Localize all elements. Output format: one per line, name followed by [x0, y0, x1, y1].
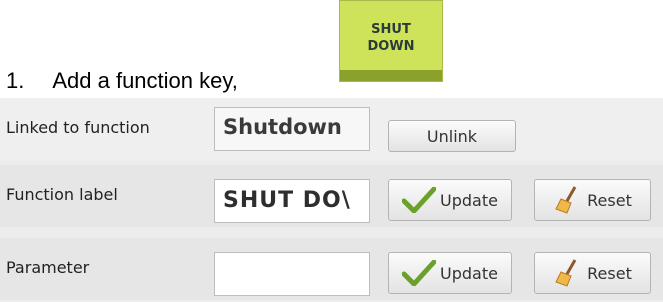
step-text: Add a function key,	[52, 68, 238, 93]
shutdown-function-key[interactable]: SHUT DOWN	[339, 0, 443, 82]
broom-icon	[555, 186, 577, 214]
parameter-input[interactable]	[214, 252, 370, 296]
linked-function-label: Linked to function	[6, 118, 150, 137]
instruction-step: 1. Add a function key,	[6, 68, 238, 94]
update-label-button[interactable]: Update	[388, 179, 512, 221]
parameter-label: Parameter	[6, 258, 90, 277]
function-label-input[interactable]: SHUT DO\	[214, 179, 370, 223]
function-label-row: Function label SHUT DO\ Update Reset	[0, 165, 663, 227]
parameter-row: Parameter Update Reset	[0, 238, 663, 300]
check-icon	[402, 187, 437, 213]
reset-parameter-text: Reset	[587, 263, 632, 283]
function-label-label: Function label	[6, 185, 118, 204]
unlink-button[interactable]: Unlink	[388, 120, 516, 152]
function-key-label: SHUT DOWN	[367, 22, 415, 54]
update-parameter-button[interactable]: Update	[388, 252, 512, 294]
function-settings-panel: Linked to function Shutdown Unlink Funct…	[0, 98, 663, 302]
reset-parameter-button[interactable]: Reset	[534, 252, 651, 294]
reset-label-text: Reset	[587, 190, 632, 210]
linked-function-row: Linked to function Shutdown Unlink	[0, 98, 663, 160]
step-number: 1.	[6, 68, 25, 93]
update-label-text: Update	[440, 190, 498, 210]
check-icon	[402, 260, 437, 286]
reset-label-button[interactable]: Reset	[534, 179, 651, 221]
linked-function-value: Shutdown	[214, 107, 370, 151]
update-parameter-text: Update	[440, 263, 498, 283]
broom-icon	[555, 259, 577, 287]
